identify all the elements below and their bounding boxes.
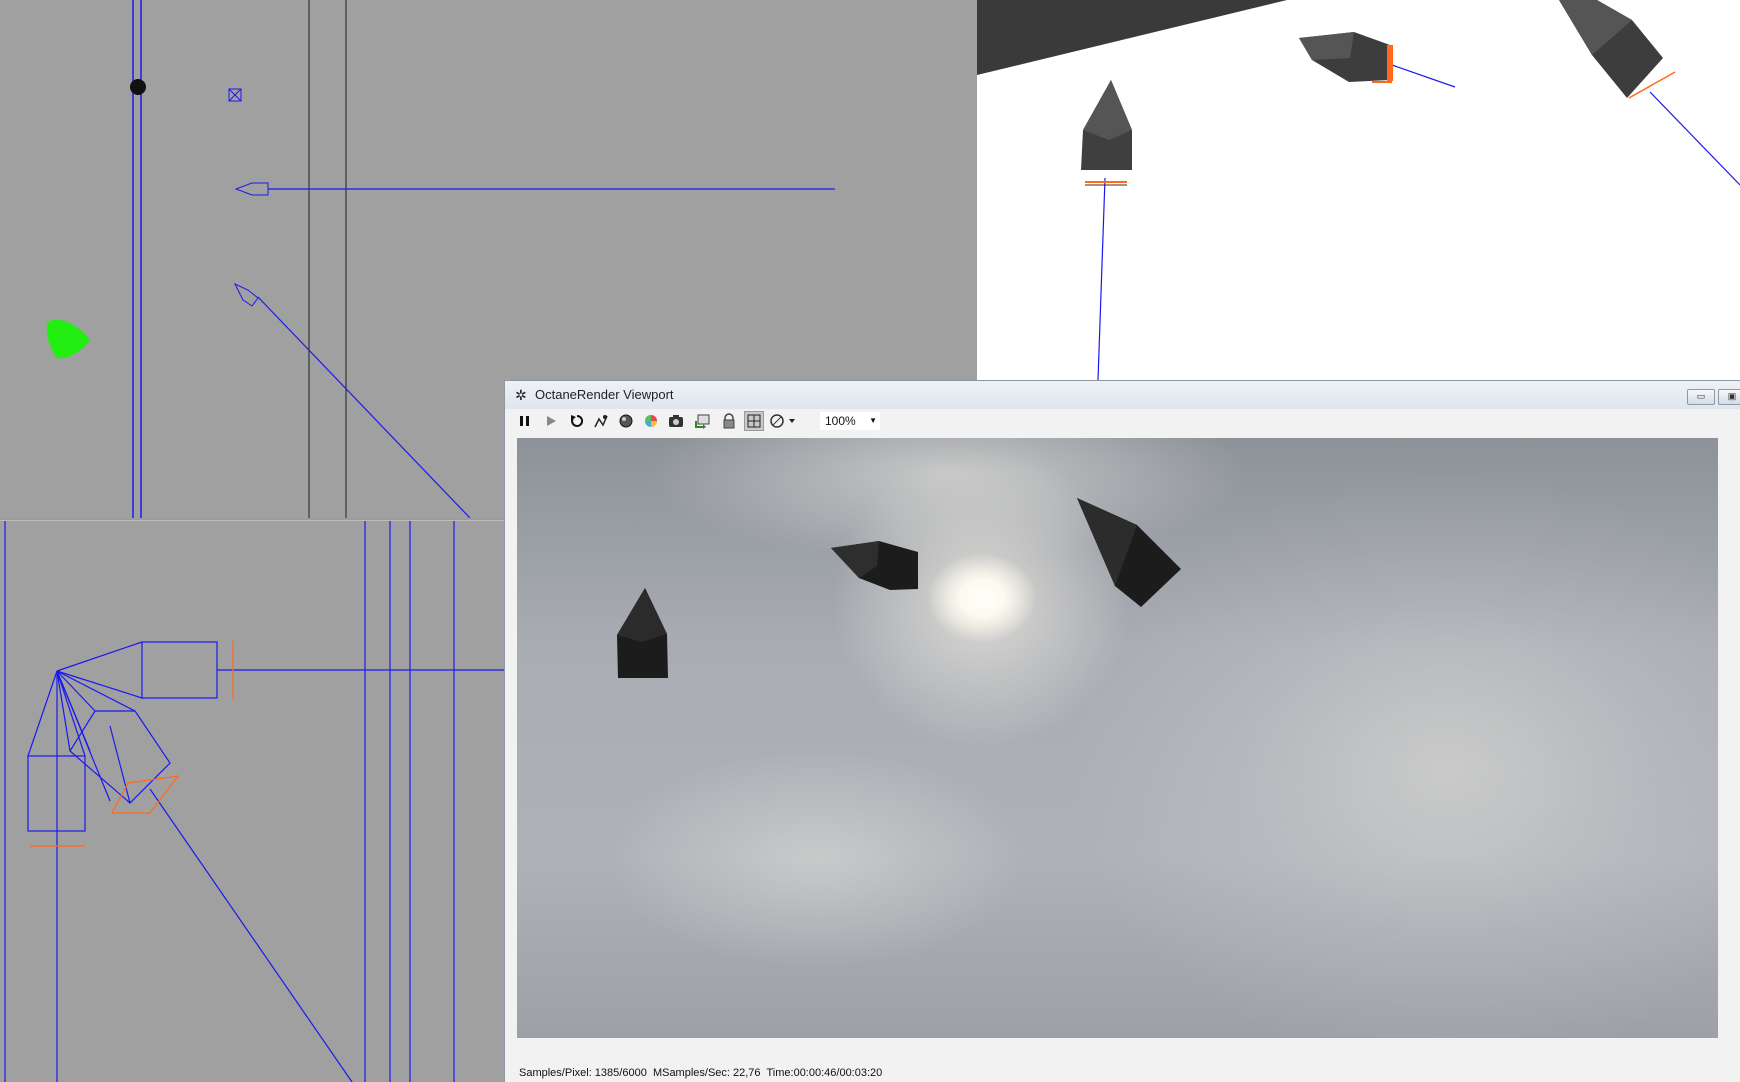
- octane-logo-icon: ✲: [515, 387, 527, 403]
- ground-plane: [977, 0, 1287, 75]
- camera-frustum[interactable]: [27, 641, 218, 832]
- pick-focus-icon: [594, 415, 608, 428]
- export-icon: [695, 414, 710, 429]
- camera-icon: [669, 415, 683, 427]
- render-scene: [617, 498, 1181, 678]
- render-viewport[interactable]: [517, 438, 1718, 1038]
- color-wheel-icon: [645, 415, 657, 427]
- start-button[interactable]: [541, 411, 561, 431]
- spot-light-icon[interactable]: [234, 182, 269, 196]
- clay-render-icon: [619, 414, 633, 428]
- minimize-button[interactable]: ▭: [1687, 389, 1715, 405]
- green-light-marker[interactable]: [46, 319, 90, 359]
- color-button[interactable]: [641, 411, 661, 431]
- viewport-perspective[interactable]: [977, 0, 1740, 380]
- spot-light-icon[interactable]: [233, 282, 259, 307]
- zoom-value: 100%: [825, 414, 856, 428]
- minimize-icon: ▭: [1696, 391, 1706, 401]
- pause-icon: [520, 416, 529, 426]
- msamples-per-sec: MSamples/Sec: 22,76: [652, 1067, 761, 1079]
- pause-button[interactable]: [515, 411, 535, 431]
- light-direction-line: [257, 296, 471, 518]
- window-title: OctaneRender Viewport: [535, 387, 674, 402]
- maximize-icon: ▣: [1727, 391, 1737, 401]
- export-button[interactable]: [692, 411, 712, 431]
- settings-dropdown-icon: [770, 414, 795, 428]
- title-bar[interactable]: ✲ OctaneRender Viewport ▭ ▣: [505, 381, 1740, 409]
- octane-render-window[interactable]: ✲ OctaneRender Viewport ▭ ▣ 100% ▼ Sampl…: [504, 380, 1740, 1082]
- snapshot-button[interactable]: [666, 411, 686, 431]
- region-button[interactable]: [744, 411, 764, 431]
- perspective-scene: [977, 0, 1740, 380]
- region-render-icon: [747, 414, 761, 428]
- black-light-marker[interactable]: [130, 79, 146, 95]
- bottom-left-wireframe: [4, 521, 505, 1082]
- restart-icon: [571, 414, 584, 427]
- play-icon: [547, 416, 556, 426]
- chevron-down-icon: ▼: [869, 416, 877, 425]
- clay-mode-button[interactable]: [616, 411, 636, 431]
- maximize-button[interactable]: ▣: [1718, 389, 1740, 405]
- lock-button[interactable]: [719, 411, 739, 431]
- samples-per-pixel: Samples/Pixel: 1385/6000: [519, 1067, 647, 1079]
- status-bar: Samples/Pixel: 1385/6000 MSamples/Sec: 2…: [519, 1067, 882, 1079]
- restart-button[interactable]: [567, 411, 587, 431]
- render-time: Time:00:00:46/00:03:20: [766, 1067, 883, 1079]
- recenter-button[interactable]: [591, 411, 611, 431]
- zoom-select[interactable]: 100% ▼: [820, 412, 880, 430]
- options-button[interactable]: [768, 411, 798, 431]
- viewport-bottom-left[interactable]: [0, 520, 505, 1082]
- render-toolbar: 100% ▼: [515, 411, 915, 433]
- lock-icon: [723, 413, 735, 429]
